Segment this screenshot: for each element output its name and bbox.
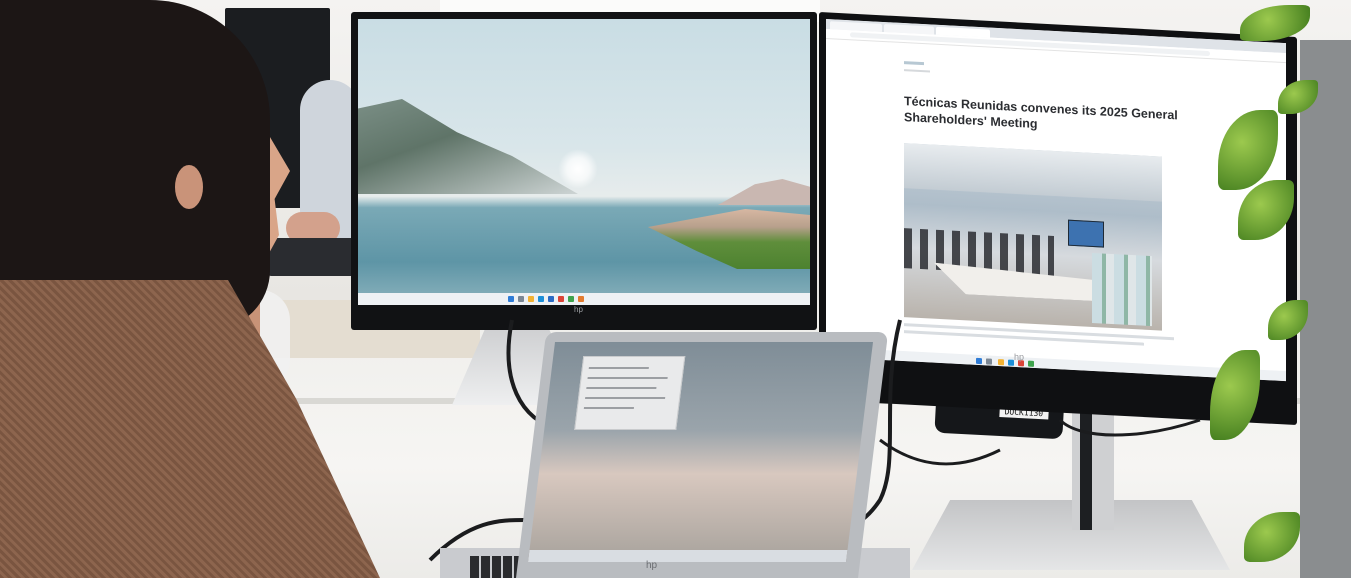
hp-logo-icon: hp [646, 560, 658, 571]
window-line [583, 407, 635, 409]
laptop-taskbar[interactable] [528, 550, 848, 562]
window-line [586, 387, 657, 389]
laptop-screen[interactable] [528, 342, 874, 562]
woman-ear [175, 165, 203, 209]
window-line [588, 367, 649, 369]
window-line [585, 397, 666, 399]
laptop-app-window[interactable] [574, 356, 686, 430]
window-line [587, 377, 668, 379]
